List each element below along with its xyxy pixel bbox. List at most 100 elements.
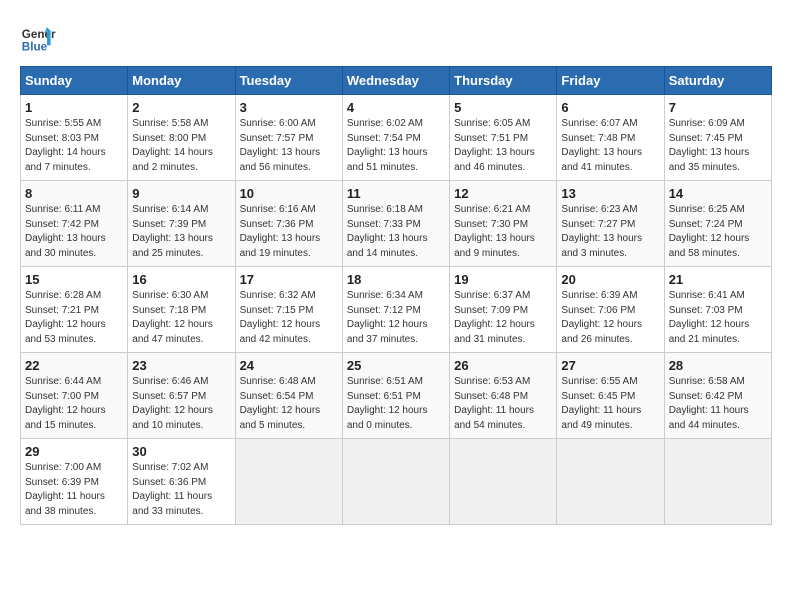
- day-number: 2: [132, 100, 230, 115]
- day-number: 19: [454, 272, 552, 287]
- calendar-cell: [557, 439, 664, 525]
- calendar-header-row: SundayMondayTuesdayWednesdayThursdayFrid…: [21, 67, 772, 95]
- day-info: Sunrise: 6:02 AMSunset: 7:54 PMDaylight:…: [347, 117, 445, 175]
- calendar-week-row: 22Sunrise: 6:44 AMSunset: 7:00 PMDayligh…: [21, 353, 772, 439]
- day-number: 17: [240, 272, 338, 287]
- day-info: Sunrise: 6:11 AMSunset: 7:42 PMDaylight:…: [25, 203, 123, 261]
- calendar-cell: 18 Sunrise: 6:34 AMSunset: 7:12 PMDayligh…: [342, 267, 449, 353]
- calendar-week-row: 15Sunrise: 6:28 AMSunset: 7:21 PMDayligh…: [21, 267, 772, 353]
- day-number: 11: [347, 186, 445, 201]
- day-info: Sunrise: 5:58 AMSunset: 8:00 PMDaylight:…: [132, 117, 230, 175]
- day-number: 12: [454, 186, 552, 201]
- day-number: 4: [347, 100, 445, 115]
- day-info: Sunrise: 6:00 AMSunset: 7:57 PMDaylight:…: [240, 117, 338, 175]
- day-number: 13: [561, 186, 659, 201]
- calendar-cell: 26 Sunrise: 6:53 AMSunset: 6:48 PMDayligh…: [450, 353, 557, 439]
- day-number: 25: [347, 358, 445, 373]
- calendar-cell: 5 Sunrise: 6:05 AMSunset: 7:51 PMDaylight…: [450, 95, 557, 181]
- day-number: 9: [132, 186, 230, 201]
- day-info: Sunrise: 6:18 AMSunset: 7:33 PMDaylight:…: [347, 203, 445, 261]
- calendar-table: SundayMondayTuesdayWednesdayThursdayFrid…: [20, 66, 772, 525]
- calendar-cell: 12 Sunrise: 6:21 AMSunset: 7:30 PMDayligh…: [450, 181, 557, 267]
- day-info: Sunrise: 6:30 AMSunset: 7:18 PMDaylight:…: [132, 289, 230, 347]
- logo-icon: General Blue: [20, 20, 56, 56]
- day-number: 16: [132, 272, 230, 287]
- day-info: Sunrise: 6:58 AMSunset: 6:42 PMDaylight:…: [669, 375, 767, 433]
- day-number: 20: [561, 272, 659, 287]
- calendar-cell: 10Sunrise: 6:16 AMSunset: 7:36 PMDayligh…: [235, 181, 342, 267]
- calendar-cell: [342, 439, 449, 525]
- calendar-cell: 4 Sunrise: 6:02 AMSunset: 7:54 PMDaylight…: [342, 95, 449, 181]
- day-number: 28: [669, 358, 767, 373]
- calendar-cell: 9 Sunrise: 6:14 AMSunset: 7:39 PMDaylight…: [128, 181, 235, 267]
- svg-text:General: General: [22, 28, 56, 41]
- day-info: Sunrise: 5:55 AMSunset: 8:03 PMDaylight:…: [25, 117, 123, 175]
- day-number: 29: [25, 444, 123, 459]
- svg-text:Blue: Blue: [22, 41, 48, 54]
- day-number: 26: [454, 358, 552, 373]
- day-number: 3: [240, 100, 338, 115]
- day-number: 24: [240, 358, 338, 373]
- day-info: Sunrise: 6:37 AMSunset: 7:09 PMDaylight:…: [454, 289, 552, 347]
- day-number: 8: [25, 186, 123, 201]
- day-number: 22: [25, 358, 123, 373]
- day-number: 7: [669, 100, 767, 115]
- calendar-cell: 8 Sunrise: 6:11 AMSunset: 7:42 PMDaylight…: [21, 181, 128, 267]
- day-info: Sunrise: 6:16 AMSunset: 7:36 PMDaylight:…: [240, 203, 338, 261]
- calendar-cell: 17 Sunrise: 6:32 AMSunset: 7:15 PMDayligh…: [235, 267, 342, 353]
- col-header-thursday: Thursday: [450, 67, 557, 95]
- calendar-cell: 22Sunrise: 6:44 AMSunset: 7:00 PMDayligh…: [21, 353, 128, 439]
- calendar-cell: 1Sunrise: 5:55 AMSunset: 8:03 PMDaylight…: [21, 95, 128, 181]
- calendar-cell: 16 Sunrise: 6:30 AMSunset: 7:18 PMDayligh…: [128, 267, 235, 353]
- day-number: 18: [347, 272, 445, 287]
- col-header-sunday: Sunday: [21, 67, 128, 95]
- day-info: Sunrise: 6:21 AMSunset: 7:30 PMDaylight:…: [454, 203, 552, 261]
- calendar-cell: 20 Sunrise: 6:39 AMSunset: 7:06 PMDayligh…: [557, 267, 664, 353]
- day-info: Sunrise: 6:34 AMSunset: 7:12 PMDaylight:…: [347, 289, 445, 347]
- day-number: 23: [132, 358, 230, 373]
- calendar-cell: 25Sunrise: 6:51 AMSunset: 6:51 PMDayligh…: [342, 353, 449, 439]
- day-number: 5: [454, 100, 552, 115]
- calendar-cell: 21 Sunrise: 6:41 AMSunset: 7:03 PMDayligh…: [664, 267, 771, 353]
- day-info: Sunrise: 6:07 AMSunset: 7:48 PMDaylight:…: [561, 117, 659, 175]
- day-info: Sunrise: 6:23 AMSunset: 7:27 PMDaylight:…: [561, 203, 659, 261]
- col-header-friday: Friday: [557, 67, 664, 95]
- calendar-cell: 27 Sunrise: 6:55 AMSunset: 6:45 PMDayligh…: [557, 353, 664, 439]
- day-info: Sunrise: 6:41 AMSunset: 7:03 PMDaylight:…: [669, 289, 767, 347]
- calendar-cell: 11 Sunrise: 6:18 AMSunset: 7:33 PMDayligh…: [342, 181, 449, 267]
- day-info: Sunrise: 7:02 AMSunset: 6:36 PMDaylight:…: [132, 461, 230, 519]
- calendar-cell: 24Sunrise: 6:48 AMSunset: 6:54 PMDayligh…: [235, 353, 342, 439]
- col-header-saturday: Saturday: [664, 67, 771, 95]
- col-header-monday: Monday: [128, 67, 235, 95]
- calendar-cell: 7 Sunrise: 6:09 AMSunset: 7:45 PMDaylight…: [664, 95, 771, 181]
- calendar-cell: 14 Sunrise: 6:25 AMSunset: 7:24 PMDayligh…: [664, 181, 771, 267]
- page-header: General Blue: [20, 20, 772, 56]
- day-info: Sunrise: 6:25 AMSunset: 7:24 PMDaylight:…: [669, 203, 767, 261]
- day-number: 30: [132, 444, 230, 459]
- day-info: Sunrise: 6:09 AMSunset: 7:45 PMDaylight:…: [669, 117, 767, 175]
- calendar-cell: [450, 439, 557, 525]
- calendar-cell: 19 Sunrise: 6:37 AMSunset: 7:09 PMDayligh…: [450, 267, 557, 353]
- day-info: Sunrise: 6:55 AMSunset: 6:45 PMDaylight:…: [561, 375, 659, 433]
- logo: General Blue: [20, 20, 56, 56]
- day-number: 27: [561, 358, 659, 373]
- day-number: 15: [25, 272, 123, 287]
- day-number: 14: [669, 186, 767, 201]
- day-info: Sunrise: 6:46 AMSunset: 6:57 PMDaylight:…: [132, 375, 230, 433]
- calendar-cell: 6Sunrise: 6:07 AMSunset: 7:48 PMDaylight…: [557, 95, 664, 181]
- calendar-cell: [664, 439, 771, 525]
- day-info: Sunrise: 6:39 AMSunset: 7:06 PMDaylight:…: [561, 289, 659, 347]
- calendar-cell: 13 Sunrise: 6:23 AMSunset: 7:27 PMDayligh…: [557, 181, 664, 267]
- calendar-cell: 30 Sunrise: 7:02 AMSunset: 6:36 PMDayligh…: [128, 439, 235, 525]
- calendar-cell: 15Sunrise: 6:28 AMSunset: 7:21 PMDayligh…: [21, 267, 128, 353]
- day-number: 21: [669, 272, 767, 287]
- day-info: Sunrise: 6:05 AMSunset: 7:51 PMDaylight:…: [454, 117, 552, 175]
- calendar-cell: 3 Sunrise: 6:00 AMSunset: 7:57 PMDaylight…: [235, 95, 342, 181]
- calendar-cell: 2 Sunrise: 5:58 AMSunset: 8:00 PMDaylight…: [128, 95, 235, 181]
- day-info: Sunrise: 6:32 AMSunset: 7:15 PMDaylight:…: [240, 289, 338, 347]
- day-info: Sunrise: 6:53 AMSunset: 6:48 PMDaylight:…: [454, 375, 552, 433]
- calendar-cell: 29 Sunrise: 7:00 AMSunset: 6:39 PMDayligh…: [21, 439, 128, 525]
- day-info: Sunrise: 7:00 AMSunset: 6:39 PMDaylight:…: [25, 461, 123, 519]
- day-info: Sunrise: 6:14 AMSunset: 7:39 PMDaylight:…: [132, 203, 230, 261]
- calendar-week-row: 8 Sunrise: 6:11 AMSunset: 7:42 PMDaylight…: [21, 181, 772, 267]
